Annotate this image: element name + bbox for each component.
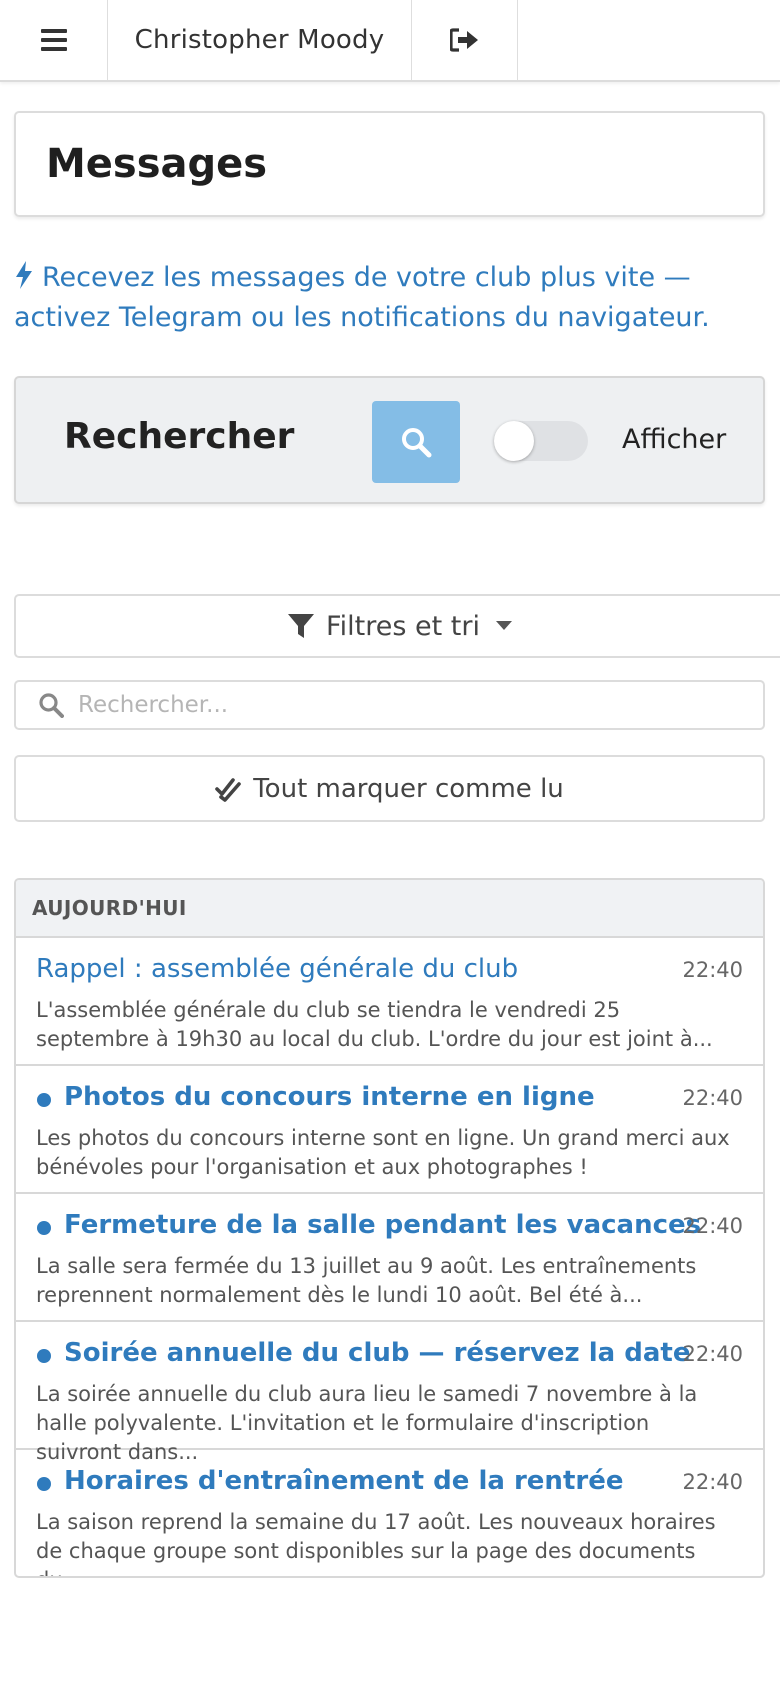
sign-out-icon — [449, 28, 480, 52]
page-header: Messages — [14, 111, 765, 217]
message-title: Horaires d'entraînement de la rentrée — [64, 1466, 624, 1496]
unread-dot — [37, 1477, 51, 1491]
message-time: 22:40 — [682, 1470, 743, 1494]
message-title: Fermeture de la salle pendant les vacanc… — [64, 1210, 702, 1240]
search-panel-title: Rechercher — [64, 416, 295, 457]
message-title: Photos du concours interne en ligne — [64, 1082, 595, 1112]
message-title: Rappel : assemblée générale du club — [36, 954, 519, 984]
show-toggle[interactable] — [494, 421, 588, 461]
mark-all-read-label: Tout marquer comme lu — [253, 773, 564, 804]
messages-list: AUJOURD'HUI Rappel : assemblée générale … — [14, 878, 765, 1578]
message-item[interactable]: Rappel : assemblée générale du club 22:4… — [16, 938, 763, 1066]
menu-button[interactable] — [0, 0, 108, 80]
search-input[interactable] — [78, 682, 748, 728]
message-item[interactable]: Horaires d'entraînement de la rentrée 22… — [16, 1450, 763, 1576]
top-navbar: Christopher Moody — [0, 0, 780, 82]
group-header-today: AUJOURD'HUI — [16, 880, 763, 938]
user-name: Christopher Moody — [134, 25, 385, 55]
show-toggle-label: Afficher — [622, 424, 727, 455]
filters-sort-button[interactable]: Filtres et tri — [14, 594, 780, 658]
bolt-icon — [16, 261, 32, 289]
filter-icon — [288, 613, 315, 639]
message-time: 22:40 — [682, 1214, 743, 1238]
message-snippet: Les photos du concours interne sont en l… — [36, 1126, 730, 1179]
message-time: 22:40 — [682, 1086, 743, 1110]
search-button[interactable] — [372, 401, 460, 483]
message-time: 22:40 — [682, 958, 743, 982]
page-title: Messages — [46, 141, 268, 187]
message-snippet: La salle sera fermée du 13 juillet au 9 … — [36, 1254, 697, 1307]
filters-label: Filtres et tri — [326, 610, 480, 642]
caret-down-icon — [495, 621, 512, 631]
message-time: 22:40 — [682, 1342, 743, 1366]
promo-text: Recevez les messages de votre club plus … — [14, 262, 710, 333]
search-icon — [38, 692, 64, 718]
message-item[interactable]: Fermeture de la salle pendant les vacanc… — [16, 1194, 763, 1322]
message-item[interactable]: Photos du concours interne en ligne 22:4… — [16, 1066, 763, 1194]
toggle-knob — [494, 421, 534, 461]
message-item[interactable]: Soirée annuelle du club — réservez la da… — [16, 1322, 763, 1464]
unread-dot — [37, 1221, 51, 1235]
double-check-icon — [215, 776, 242, 802]
bars-icon — [40, 29, 67, 51]
message-title: Soirée annuelle du club — réservez la da… — [64, 1338, 691, 1368]
message-snippet: La saison reprend la semaine du 17 août.… — [36, 1510, 716, 1576]
message-snippet: L'assemblée générale du club se tiendra … — [36, 998, 713, 1051]
logout-button[interactable] — [412, 0, 518, 80]
unread-dot — [37, 1093, 51, 1107]
search-field — [14, 680, 765, 730]
search-panel: Rechercher Afficher — [14, 376, 765, 504]
unread-dot — [37, 1349, 51, 1363]
mark-all-read-button[interactable]: Tout marquer comme lu — [14, 755, 765, 822]
user-menu[interactable]: Christopher Moody — [108, 0, 412, 80]
notifications-promo-link[interactable]: Recevez les messages de votre club plus … — [14, 258, 766, 338]
search-icon — [400, 426, 432, 458]
